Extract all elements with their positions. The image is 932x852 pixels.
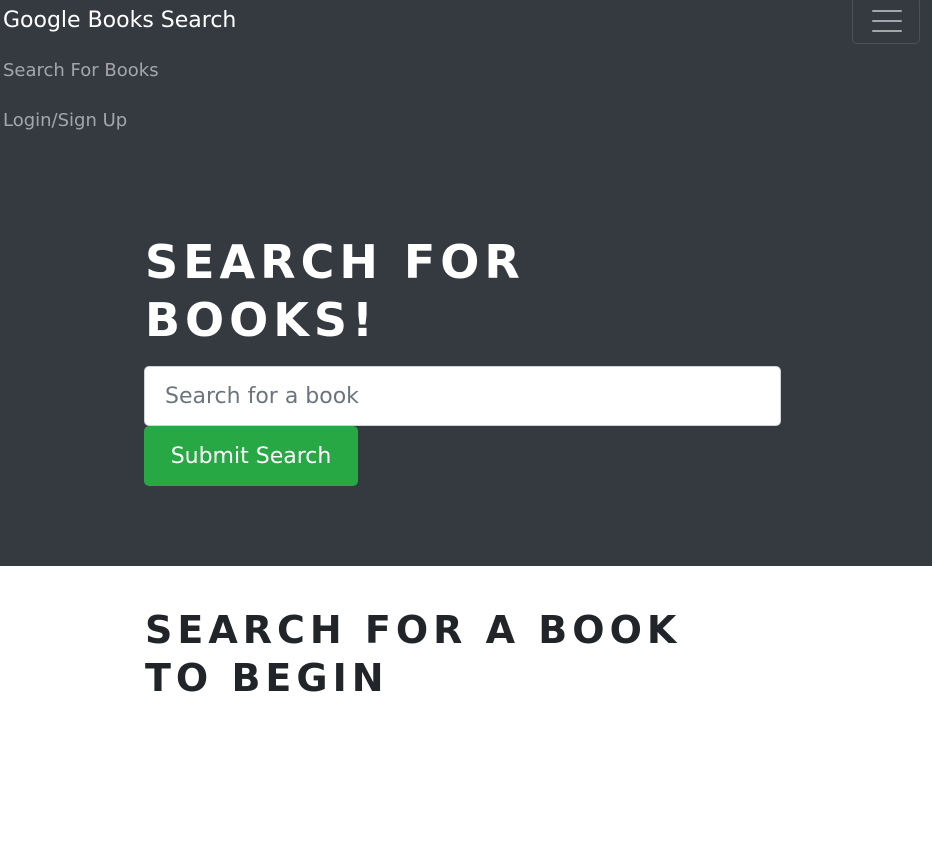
navbar-brand[interactable]: Google Books Search bbox=[3, 6, 236, 36]
page-title: Search for Books! bbox=[145, 235, 525, 347]
nav-link-login-signup[interactable]: Login/Sign Up bbox=[3, 108, 127, 134]
submit-search-button[interactable]: Submit Search bbox=[144, 426, 358, 486]
navbar: Google Books Search Search For Books Log… bbox=[0, 0, 932, 155]
navbar-toggler-button[interactable] bbox=[852, 0, 920, 44]
nav-link-search-for-books[interactable]: Search For Books bbox=[3, 58, 159, 84]
results-heading: Search for a book to begin bbox=[145, 608, 682, 700]
results-section: Search for a book to begin bbox=[0, 566, 932, 852]
hamburger-menu-icon bbox=[872, 20, 902, 22]
search-input[interactable] bbox=[144, 366, 781, 426]
search-jumbotron: Search for Books! Submit Search bbox=[0, 155, 932, 566]
hamburger-menu-icon bbox=[872, 10, 902, 12]
hamburger-menu-icon bbox=[872, 30, 902, 32]
